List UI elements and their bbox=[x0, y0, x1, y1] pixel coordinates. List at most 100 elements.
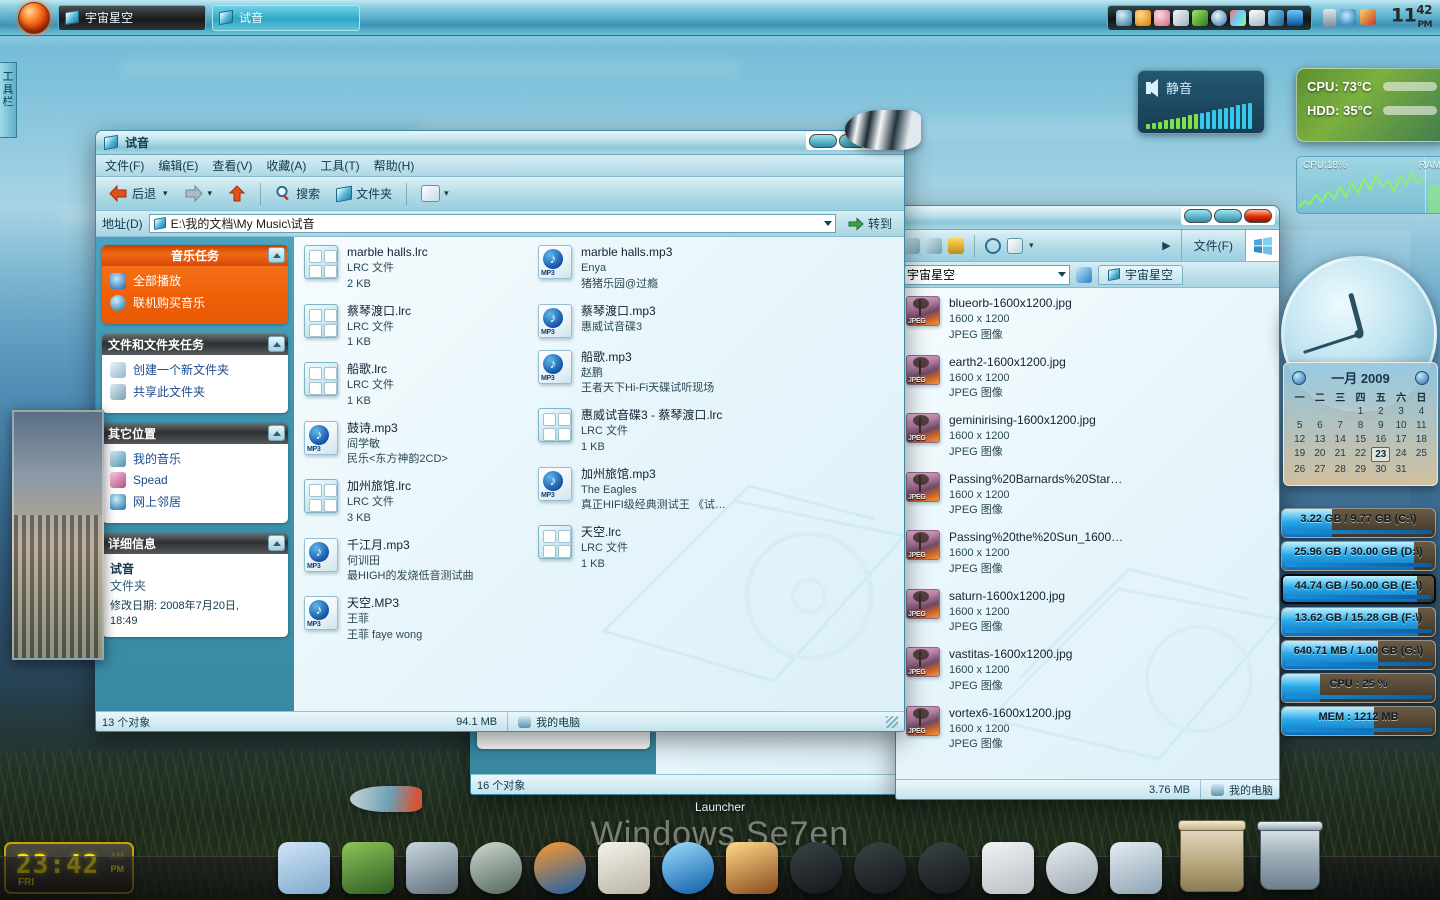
resource-bar[interactable]: 44.74 GB / 50.00 GB (E:\) bbox=[1281, 574, 1436, 604]
chevron-down-icon[interactable]: ▾ bbox=[444, 188, 449, 199]
play-icon[interactable] bbox=[1287, 10, 1303, 26]
calendar-day[interactable]: 8 bbox=[1351, 419, 1370, 432]
photo-frame-widget[interactable] bbox=[12, 410, 104, 660]
calendar-prev-button[interactable] bbox=[1292, 371, 1306, 385]
place-network[interactable]: 网上邻居 bbox=[110, 493, 280, 510]
notes-icon[interactable] bbox=[598, 842, 650, 894]
menu-view[interactable]: 查看(V) bbox=[212, 157, 252, 174]
place-my-music[interactable]: 我的音乐 bbox=[110, 450, 280, 467]
calendar-day[interactable]: 30 bbox=[1371, 463, 1390, 476]
calendar-day[interactable]: 10 bbox=[1391, 419, 1410, 432]
list-item[interactable]: ♪MP3 蔡琴渡口.mp3 惠威试音碟3 bbox=[538, 304, 754, 338]
calendar-day[interactable]: 6 bbox=[1310, 419, 1329, 432]
list-item[interactable]: JPEG vortex6-1600x1200.jpg 1600 x 1200 J… bbox=[906, 706, 1166, 753]
list-item[interactable]: ♪MP3 marble halls.mp3 Enya 猪猪乐园@过瘾 bbox=[538, 245, 754, 292]
calendar-day[interactable]: 2 bbox=[1371, 405, 1390, 418]
chevron-up-icon[interactable] bbox=[268, 247, 285, 263]
recycle-bin-icon[interactable] bbox=[1180, 826, 1244, 892]
list-item[interactable]: ♪MP3 船歌.mp3 赵鹏 王者天下Hi-Fi天碟试听现场 bbox=[538, 350, 754, 397]
calendar-day[interactable]: 27 bbox=[1310, 463, 1329, 476]
list-item[interactable]: marble halls.lrc LRC 文件 2 KB bbox=[304, 245, 520, 292]
left-edge-toolbar[interactable]: 工具栏 bbox=[0, 62, 17, 138]
calendar-day[interactable]: 21 bbox=[1331, 447, 1350, 462]
calendar-day[interactable]: 3 bbox=[1391, 405, 1410, 418]
calendar-gadget[interactable]: 一月 2009 一二三四五六日1234567891011121314151617… bbox=[1283, 362, 1438, 486]
globe-icon[interactable] bbox=[1116, 10, 1132, 26]
calendar-day[interactable]: 16 bbox=[1371, 433, 1390, 446]
pig-icon[interactable] bbox=[1154, 10, 1170, 26]
menu-tools[interactable]: 工具(T) bbox=[320, 157, 359, 174]
resource-bar[interactable]: CPU : 25 % bbox=[1281, 673, 1436, 703]
calendar-day[interactable]: 4 bbox=[1412, 405, 1431, 418]
list-item[interactable]: JPEG Passing%20Barnards%20Star… 1600 x 1… bbox=[906, 472, 1166, 519]
delete-icon[interactable] bbox=[926, 238, 942, 254]
temperature-gadget[interactable]: CPU: 73°C HDD: 35°C bbox=[1296, 68, 1440, 142]
calendar-day[interactable]: 18 bbox=[1412, 433, 1431, 446]
resource-bar[interactable]: 3.22 GB / 9.77 GB (C:\) bbox=[1281, 508, 1436, 538]
photos-icon[interactable] bbox=[726, 842, 778, 894]
calendar-day-today[interactable]: 23 bbox=[1371, 447, 1390, 462]
calendar-day[interactable]: 25 bbox=[1412, 447, 1431, 462]
forward-button[interactable]: ▾ bbox=[178, 183, 219, 204]
pencil-icon[interactable] bbox=[1192, 10, 1208, 26]
menu-favorites[interactable]: 收藏(A) bbox=[266, 157, 306, 174]
volume-gadget[interactable]: 静音 bbox=[1137, 70, 1265, 134]
refresh-icon[interactable] bbox=[1076, 267, 1092, 283]
cut-icon[interactable] bbox=[904, 238, 920, 254]
calendar-day[interactable]: 17 bbox=[1391, 433, 1410, 446]
back-icon[interactable] bbox=[854, 842, 906, 894]
window2-titlebar[interactable] bbox=[896, 206, 1279, 230]
menu-help[interactable]: 帮助(H) bbox=[374, 157, 415, 174]
list-item[interactable]: 惠威试音碟3 - 蔡琴渡口.lrc LRC 文件 1 KB bbox=[538, 408, 754, 455]
apple-icon[interactable] bbox=[982, 842, 1034, 894]
palette-icon[interactable] bbox=[1360, 9, 1376, 25]
calendar-day[interactable]: 31 bbox=[1391, 463, 1410, 476]
calendar-day[interactable]: 1 bbox=[1351, 405, 1370, 418]
window2-location-combo[interactable]: 宇宙星空 bbox=[902, 265, 1070, 285]
window1-filearea[interactable]: marble halls.lrc LRC 文件 2 KB 蔡琴渡口.lrc LR… bbox=[294, 237, 904, 711]
calendar-day[interactable]: 29 bbox=[1351, 463, 1370, 476]
home-icon[interactable] bbox=[918, 842, 970, 894]
taskbar-item-1[interactable]: 试音 bbox=[212, 5, 360, 31]
chevron-up-icon[interactable] bbox=[268, 425, 285, 441]
desktop-icon[interactable] bbox=[342, 842, 394, 894]
calendar-next-button[interactable] bbox=[1415, 371, 1429, 385]
window2-file-menu[interactable]: 文件(F) bbox=[1181, 230, 1245, 261]
menu-file[interactable]: 文件(F) bbox=[105, 157, 144, 174]
paint-icon[interactable] bbox=[1230, 10, 1246, 26]
folders-icon[interactable] bbox=[1110, 842, 1162, 894]
calendar-day[interactable]: 12 bbox=[1290, 433, 1309, 446]
firefox-icon[interactable] bbox=[534, 842, 586, 894]
network-icon[interactable] bbox=[1340, 9, 1356, 25]
chevron-down-icon[interactable]: ▾ bbox=[163, 188, 168, 199]
list-item[interactable]: JPEG earth2-1600x1200.jpg 1600 x 1200 JP… bbox=[906, 355, 1166, 402]
list-item[interactable]: ♪MP3 千江月.mp3 何训田 最HIGH的发烧低音测试曲 bbox=[304, 538, 520, 585]
list-item[interactable]: 船歌.lrc LRC 文件 1 KB bbox=[304, 362, 520, 409]
chevron-up-icon[interactable] bbox=[268, 336, 285, 352]
calendar-day[interactable]: 5 bbox=[1290, 419, 1309, 432]
window1-titlebar[interactable]: 试音 bbox=[96, 131, 904, 155]
views-button[interactable]: ▾ bbox=[415, 183, 455, 204]
calendar-day[interactable]: 7 bbox=[1331, 419, 1350, 432]
chevron-down-icon[interactable] bbox=[824, 221, 832, 226]
views-icon[interactable] bbox=[1007, 238, 1023, 254]
resource-bar[interactable]: 25.96 GB / 30.00 GB (D:\) bbox=[1281, 541, 1436, 571]
disc-icon[interactable] bbox=[1211, 10, 1227, 26]
task-play-all[interactable]: 全部播放 bbox=[110, 272, 280, 289]
calendar-day[interactable]: 26 bbox=[1290, 463, 1309, 476]
place-spead[interactable]: Spead bbox=[110, 472, 280, 488]
maximize-button[interactable] bbox=[1214, 209, 1242, 223]
calendar-day[interactable]: 11 bbox=[1412, 419, 1431, 432]
list-item[interactable]: 天空.lrc LRC 文件 1 KB bbox=[538, 525, 754, 572]
calendar-grid[interactable]: 一二三四五六日123456789101112131415161718192021… bbox=[1290, 389, 1431, 476]
image-icon[interactable] bbox=[1249, 10, 1265, 26]
lock-icon[interactable] bbox=[948, 238, 964, 254]
chevron-right-icon[interactable]: ▶ bbox=[1162, 239, 1180, 252]
window2-filearea[interactable]: JPEG blueorb-1600x1200.jpg 1600 x 1200 J… bbox=[896, 288, 1279, 779]
go-button[interactable]: 转到 bbox=[842, 213, 898, 234]
window2-tab[interactable]: 宇宙星空 bbox=[1098, 265, 1183, 285]
taskbar-item-0[interactable]: 宇宙星空 bbox=[58, 5, 206, 31]
performance-graph-gadget[interactable]: CPU:18% RAM bbox=[1296, 156, 1440, 214]
calendar-day[interactable]: 19 bbox=[1290, 447, 1309, 462]
power-icon[interactable] bbox=[790, 842, 842, 894]
